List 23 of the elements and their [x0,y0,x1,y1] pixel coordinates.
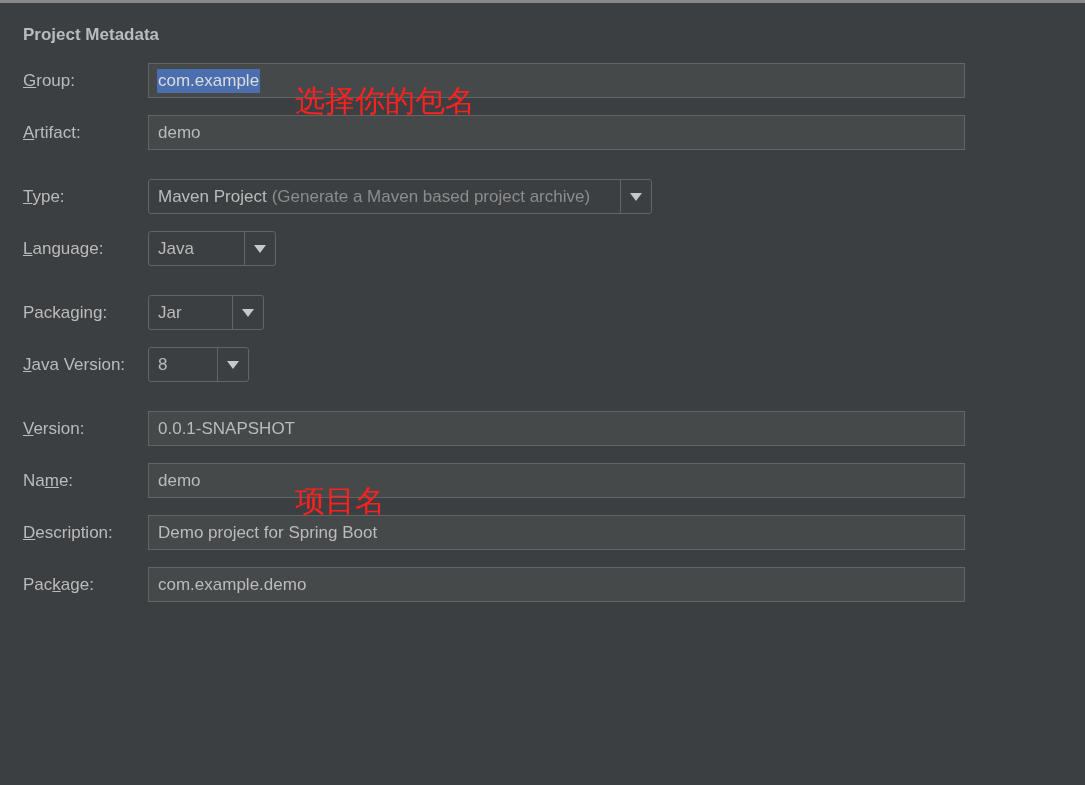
text-field[interactable]: 0.0.1-SNAPSHOT [148,411,965,446]
field-label: Artifact: [23,122,82,143]
text-field[interactable]: Demo project for Spring Boot [148,515,965,550]
field-label: Version: [23,418,86,439]
dropdown[interactable]: Jar [148,295,264,330]
dropdown[interactable]: Java [148,231,276,266]
field-label: Group: [23,70,76,91]
text-field[interactable]: com.example.demo [148,567,965,602]
field-label: Java Version: [23,354,127,375]
field-label: Type: [23,186,66,207]
caret-icon [241,308,254,317]
caret-icon [227,360,240,369]
text-field[interactable]: demo [148,115,965,150]
field-label: Package: [23,574,95,595]
dropdown[interactable]: Maven Project (Generate a Maven based project archive) [148,179,653,214]
dropdown[interactable]: 8 [148,347,250,382]
field-label: Description: [23,522,114,543]
caret-icon [630,192,643,201]
field-label: Packaging: [23,302,109,323]
section-title: Project Metadata [23,25,161,45]
caret-icon [253,244,266,253]
field-label: Name: [23,470,75,491]
field-label: Language: [23,238,105,259]
